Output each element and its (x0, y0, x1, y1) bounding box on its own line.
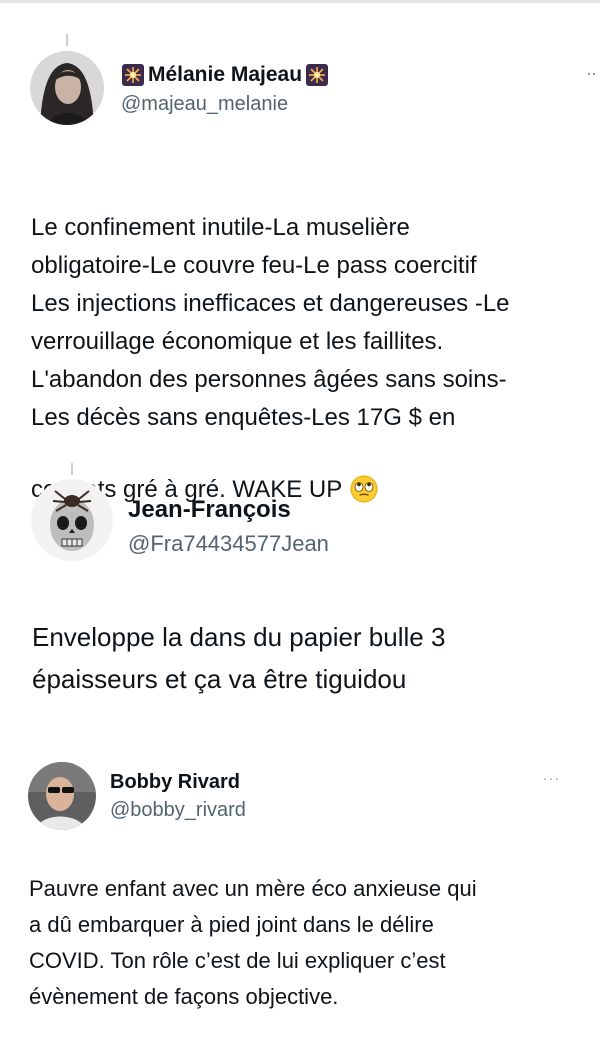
tweet-melanie[interactable]: Mélanie Majeau @majeau_melanie Le confin… (0, 0, 600, 503)
tweet-text: Pauvre enfant avec un mère éco anxieuse … (29, 876, 477, 1009)
sparkle-burst-icon (122, 64, 144, 86)
tweet-jean-francois[interactable]: Jean-François @Fra74434577Jean Enveloppe… (0, 460, 600, 730)
author-name[interactable]: Bobby Rivard (110, 771, 240, 794)
thread-line (66, 34, 68, 46)
author-handle[interactable]: @Fra74434577Jean (128, 531, 329, 557)
more-dots-icon[interactable]: ··· (543, 770, 560, 786)
avatar[interactable] (30, 51, 104, 125)
more-dots-icon[interactable] (586, 64, 596, 80)
author-name[interactable]: Jean-François (128, 496, 291, 524)
thread-line (71, 463, 73, 475)
avatar[interactable] (31, 479, 113, 561)
author-name-text: Mélanie Majeau (148, 63, 303, 86)
avatar[interactable] (28, 762, 96, 830)
author-name[interactable]: Mélanie Majeau (122, 62, 329, 88)
tweet-text: Enveloppe la dans du papier bulle 3 épai… (32, 622, 446, 694)
tweet-bobby[interactable]: Bobby Rivard @bobby_rivard ··· Pauvre en… (0, 740, 600, 1053)
sparkle-burst-icon (306, 64, 329, 86)
author-handle[interactable]: @majeau_melanie (121, 93, 288, 116)
author-handle[interactable]: @bobby_rivard (110, 799, 246, 822)
tweet-text: Le confinement inutile-La muselière obli… (31, 171, 596, 509)
